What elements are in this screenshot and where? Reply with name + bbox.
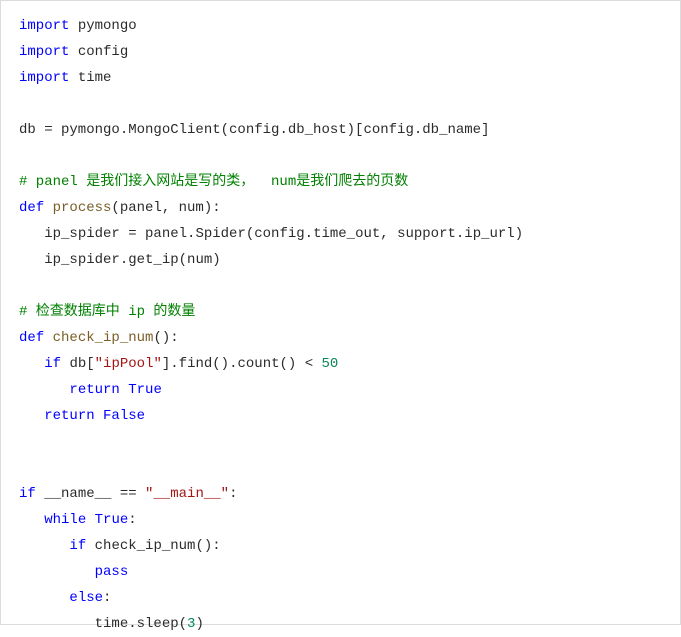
code-token: if	[69, 538, 94, 554]
code-token: if	[19, 486, 44, 502]
code-line: import time	[19, 70, 111, 86]
code-token: __name__ ==	[44, 486, 145, 502]
code-token: "__main__"	[145, 486, 229, 502]
code-token: :	[103, 590, 111, 606]
code-token: import	[19, 18, 78, 34]
code-token: # 检查数据库中 ip 的数量	[19, 304, 195, 320]
code-line: if db["ipPool"].find().count() < 50	[19, 356, 338, 372]
code-block: import pymongo import config import time…	[0, 0, 681, 625]
code-token: process	[53, 200, 112, 216]
code-token: )	[195, 616, 203, 632]
code-line: db = pymongo.MongoClient(config.db_host)…	[19, 122, 489, 138]
code-line: pass	[19, 564, 128, 580]
code-token: time.sleep(	[95, 616, 187, 632]
code-token: "ipPool"	[95, 356, 162, 372]
code-line: # 检查数据库中 ip 的数量	[19, 304, 195, 320]
code-line: ip_spider.get_ip(num)	[19, 252, 221, 268]
code-line: return False	[19, 408, 145, 424]
code-line: else:	[19, 590, 111, 606]
code-token: True	[95, 512, 129, 528]
code-token: False	[103, 408, 145, 424]
code-token: db[	[69, 356, 94, 372]
code-token: :	[229, 486, 237, 502]
code-token: while	[44, 512, 94, 528]
code-token: # panel 是我们接入网站是写的类， num是我们爬去的页数	[19, 174, 408, 190]
code-line: def process(panel, num):	[19, 200, 221, 216]
code-token: pymongo	[78, 18, 137, 34]
code-line: # panel 是我们接入网站是写的类， num是我们爬去的页数	[19, 174, 408, 190]
code-line: ip_spider = panel.Spider(config.time_out…	[19, 226, 523, 242]
code-token: db = pymongo.MongoClient(config.db_host)…	[19, 122, 489, 138]
code-token: ip_spider.get_ip(num)	[44, 252, 220, 268]
code-line: if check_ip_num():	[19, 538, 221, 554]
code-token: return	[44, 408, 103, 424]
code-line: def check_ip_num():	[19, 330, 179, 346]
code-line: if __name__ == "__main__":	[19, 486, 237, 502]
code-token: return	[69, 382, 128, 398]
code-token: :	[128, 512, 136, 528]
code-token: (panel, num):	[111, 200, 220, 216]
code-line: import pymongo	[19, 18, 137, 34]
code-token: time	[78, 70, 112, 86]
code-token: 50	[322, 356, 339, 372]
code-line: time.sleep(3)	[19, 616, 204, 632]
code-content: import pymongo import config import time…	[19, 13, 662, 637]
code-token: import	[19, 70, 78, 86]
code-token: def	[19, 330, 53, 346]
code-token: def	[19, 200, 53, 216]
code-line: import config	[19, 44, 128, 60]
code-token: ].find().count() <	[162, 356, 322, 372]
code-token: True	[128, 382, 162, 398]
code-token: import	[19, 44, 78, 60]
code-token: else	[69, 590, 103, 606]
code-token: ip_spider = panel.Spider(config.time_out…	[44, 226, 523, 242]
code-token: config	[78, 44, 128, 60]
code-line: return True	[19, 382, 162, 398]
code-token: check_ip_num():	[95, 538, 221, 554]
code-token: check_ip_num	[53, 330, 154, 346]
code-line: while True:	[19, 512, 137, 528]
code-token: ():	[153, 330, 178, 346]
code-token: pass	[95, 564, 129, 580]
code-token: if	[44, 356, 69, 372]
